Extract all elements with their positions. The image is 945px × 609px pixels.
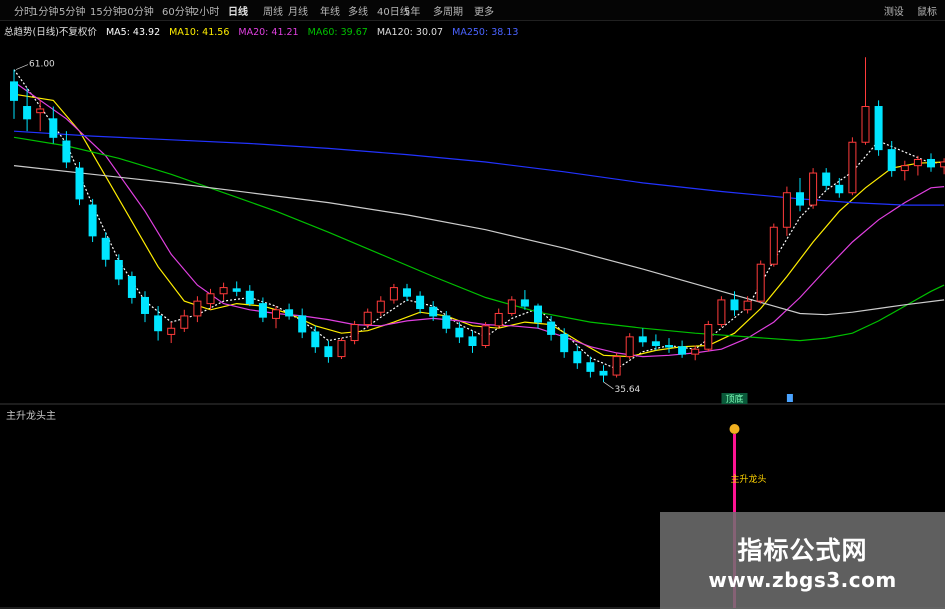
candle-body bbox=[625, 336, 634, 358]
candle-body bbox=[756, 263, 765, 302]
candle-body bbox=[272, 309, 280, 319]
candle-body bbox=[822, 172, 831, 186]
ma-line-ma250 bbox=[13, 130, 945, 206]
watermark-url: www.zbgs3.com bbox=[708, 568, 897, 592]
signal-label: 主升龙头 bbox=[731, 473, 767, 485]
candle-body bbox=[429, 306, 438, 317]
candle-body bbox=[599, 370, 608, 376]
candle-body bbox=[900, 165, 909, 172]
candle-body bbox=[285, 309, 294, 317]
candle-body bbox=[36, 108, 45, 114]
candle-body bbox=[455, 327, 464, 338]
candle-body bbox=[403, 288, 411, 297]
candle-body bbox=[665, 344, 673, 348]
candle-body bbox=[887, 149, 896, 172]
candle-body bbox=[927, 158, 935, 168]
candle-body bbox=[350, 324, 359, 342]
candle-body bbox=[547, 321, 556, 335]
bottom-marker-label: 顶底 bbox=[725, 393, 743, 405]
max-price-label: 61.00 bbox=[29, 60, 55, 70]
candle-body bbox=[127, 276, 136, 298]
watermark-title: 指标公式网 bbox=[737, 536, 868, 565]
signal-dot bbox=[729, 424, 740, 434]
candle-body bbox=[154, 315, 163, 332]
candle-body bbox=[337, 340, 346, 358]
candle-body bbox=[206, 293, 215, 305]
candle-body bbox=[219, 287, 228, 295]
ma-line-ma60 bbox=[13, 136, 945, 342]
candle-body bbox=[730, 299, 739, 311]
candle-body bbox=[141, 296, 149, 314]
candle-body bbox=[416, 295, 425, 310]
max-label-leader bbox=[15, 64, 29, 70]
candle-body bbox=[114, 259, 123, 280]
candle-body bbox=[481, 325, 490, 346]
small-marker bbox=[786, 394, 793, 402]
candle-body bbox=[389, 287, 398, 301]
candle-body bbox=[442, 315, 451, 329]
candle-body bbox=[232, 288, 241, 292]
candle-body bbox=[258, 303, 267, 318]
candle-body bbox=[88, 204, 97, 237]
sub-indicator-title: 主升龙头主 bbox=[6, 411, 56, 422]
candle-body bbox=[494, 312, 503, 327]
candle-body bbox=[704, 324, 713, 350]
candle-body bbox=[298, 315, 307, 333]
candle-body bbox=[796, 192, 804, 206]
candle-body bbox=[691, 348, 700, 355]
candle-body bbox=[193, 300, 202, 317]
candle-body bbox=[782, 192, 791, 228]
candle-body bbox=[507, 299, 516, 314]
candle-body bbox=[560, 333, 569, 353]
candle-body bbox=[23, 106, 32, 120]
candle-body bbox=[75, 167, 84, 200]
candle-body bbox=[180, 315, 189, 329]
candle-body bbox=[638, 336, 647, 343]
watermark: 指标公式网 www.zbgs3.com bbox=[660, 512, 945, 609]
candle-body bbox=[534, 305, 542, 323]
candle-body bbox=[245, 290, 254, 305]
candle-body bbox=[573, 351, 582, 364]
candle-body bbox=[167, 327, 176, 335]
candle-body bbox=[848, 141, 857, 194]
min-price-label: 35.64 bbox=[615, 385, 641, 395]
candle-body bbox=[62, 140, 71, 163]
candle-body bbox=[874, 106, 883, 151]
candle-body bbox=[376, 300, 385, 313]
candle-body bbox=[324, 346, 333, 358]
candle-body bbox=[363, 311, 372, 326]
candle-body bbox=[809, 172, 818, 206]
candle-body bbox=[835, 184, 844, 194]
candle-body bbox=[678, 346, 687, 355]
candle-body bbox=[913, 158, 922, 167]
candle-body bbox=[651, 341, 660, 346]
candle-body bbox=[101, 237, 110, 260]
candle-body bbox=[612, 356, 621, 376]
candle-body bbox=[49, 118, 58, 138]
candle-body bbox=[468, 336, 477, 346]
candle-body bbox=[520, 299, 529, 307]
candle-body bbox=[10, 81, 18, 101]
candle-body bbox=[743, 300, 752, 311]
min-label-leader bbox=[603, 381, 614, 390]
candle-body bbox=[861, 106, 870, 143]
candle-body bbox=[940, 161, 945, 168]
candle-body bbox=[769, 226, 778, 265]
ma-line-ma20 bbox=[13, 81, 945, 358]
candle-body bbox=[586, 362, 595, 372]
candle-body bbox=[717, 299, 726, 326]
candle-body bbox=[311, 331, 320, 348]
